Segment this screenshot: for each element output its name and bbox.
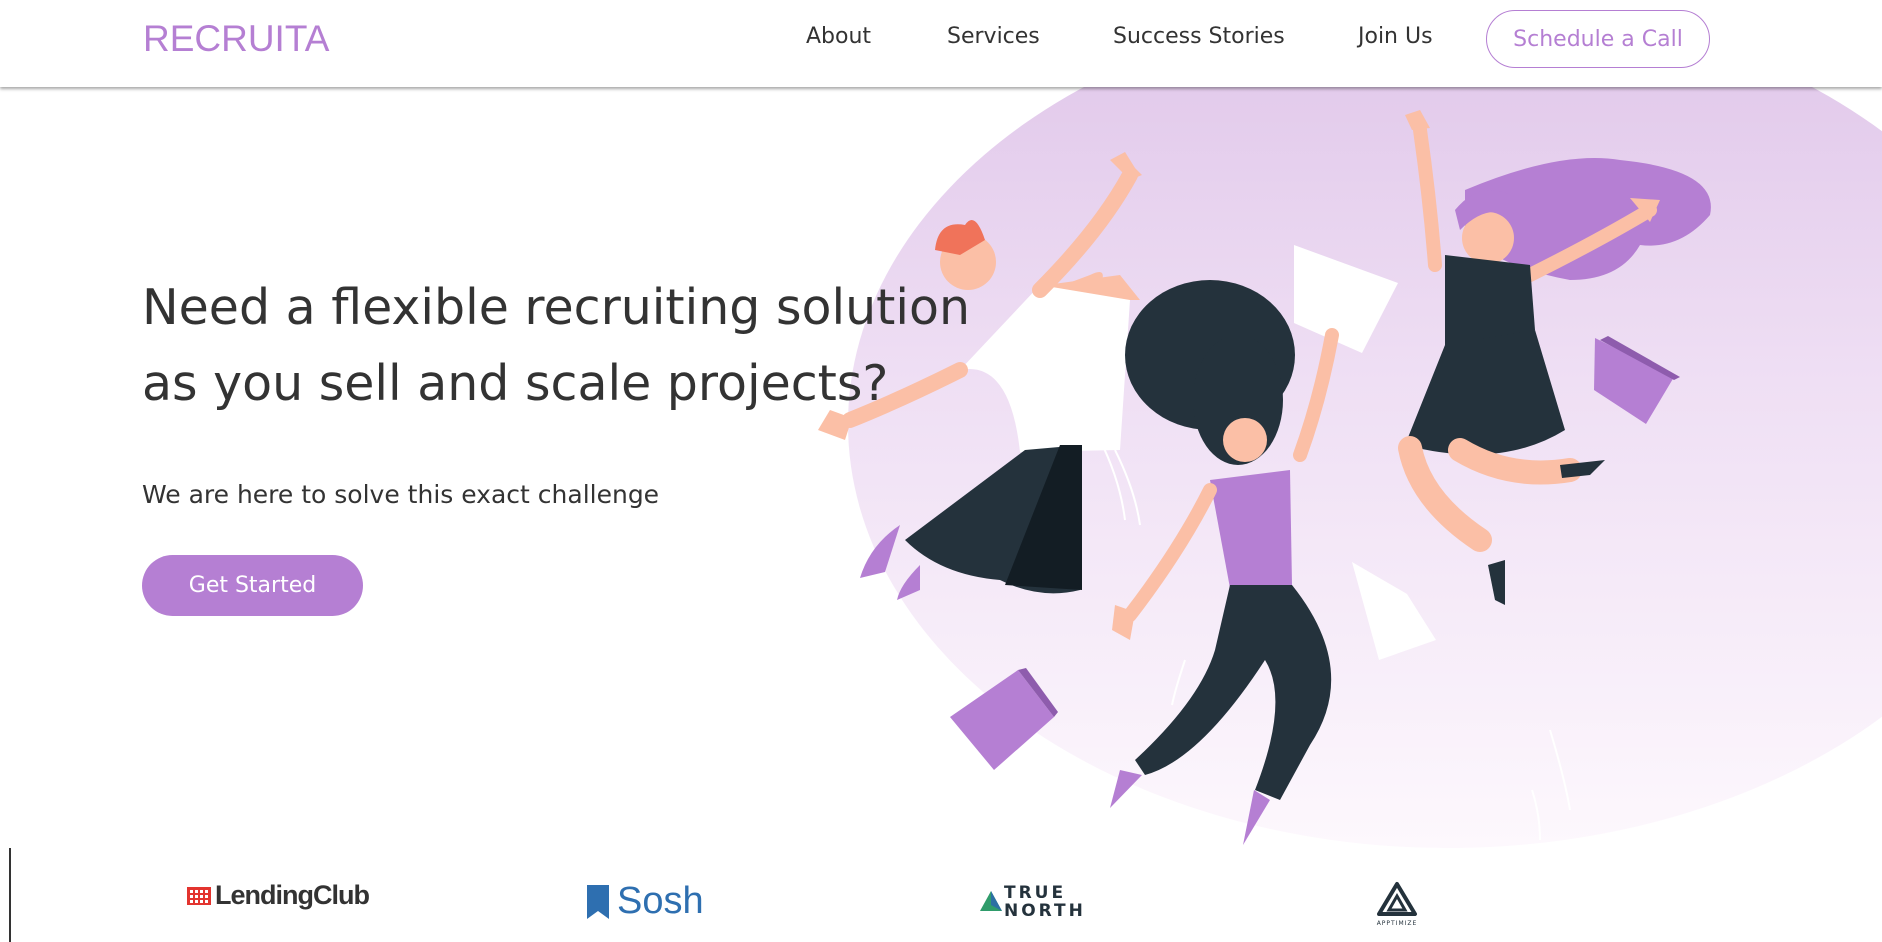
- get-started-button[interactable]: Get Started: [142, 555, 363, 616]
- nav-about[interactable]: About: [806, 24, 871, 49]
- apptimize-name: APPTIMIZE: [1376, 920, 1418, 927]
- nav-services[interactable]: Services: [947, 24, 1040, 49]
- nav-join-us[interactable]: Join Us: [1358, 24, 1433, 49]
- hero-title-line-1: Need a flexible recruiting solution: [142, 279, 970, 336]
- true-north-logo: TRUE NORTH: [980, 884, 1094, 920]
- apptimize-logo: APPTIMIZE: [1375, 880, 1419, 927]
- sosh-logo: Sosh: [585, 880, 704, 923]
- schedule-call-button[interactable]: Schedule a Call: [1486, 10, 1710, 68]
- lendingclub-name: LendingClub: [215, 880, 370, 910]
- sosh-bookmark-icon: [587, 884, 609, 919]
- woman-right-figure: [1398, 110, 1711, 605]
- lendingclub-logo: LendingClub: [187, 880, 370, 911]
- jumping-people-illustration: [818, 110, 1711, 845]
- brand-logo[interactable]: RECRUITA: [143, 18, 329, 60]
- true-north-name: TRUE NORTH: [1004, 883, 1086, 921]
- page: RECRUITA About Services Success Stories …: [0, 0, 1882, 942]
- nav-success-stories[interactable]: Success Stories: [1113, 24, 1285, 49]
- sosh-name: Sosh: [617, 880, 704, 922]
- true-north-triangle-icon: [980, 891, 1002, 911]
- woman-middle-figure: [1110, 280, 1339, 845]
- hero-title-line-2: as you sell and scale projects?: [142, 355, 889, 412]
- top-navbar: RECRUITA About Services Success Stories …: [0, 0, 1882, 87]
- text-cursor: [9, 848, 11, 942]
- hero-title: Need a flexible recruiting solution as y…: [142, 270, 1042, 422]
- lendingclub-grid-icon: [187, 886, 211, 905]
- hero-subtitle: We are here to solve this exact challeng…: [142, 480, 660, 509]
- apptimize-triangle-icon: [1377, 882, 1417, 916]
